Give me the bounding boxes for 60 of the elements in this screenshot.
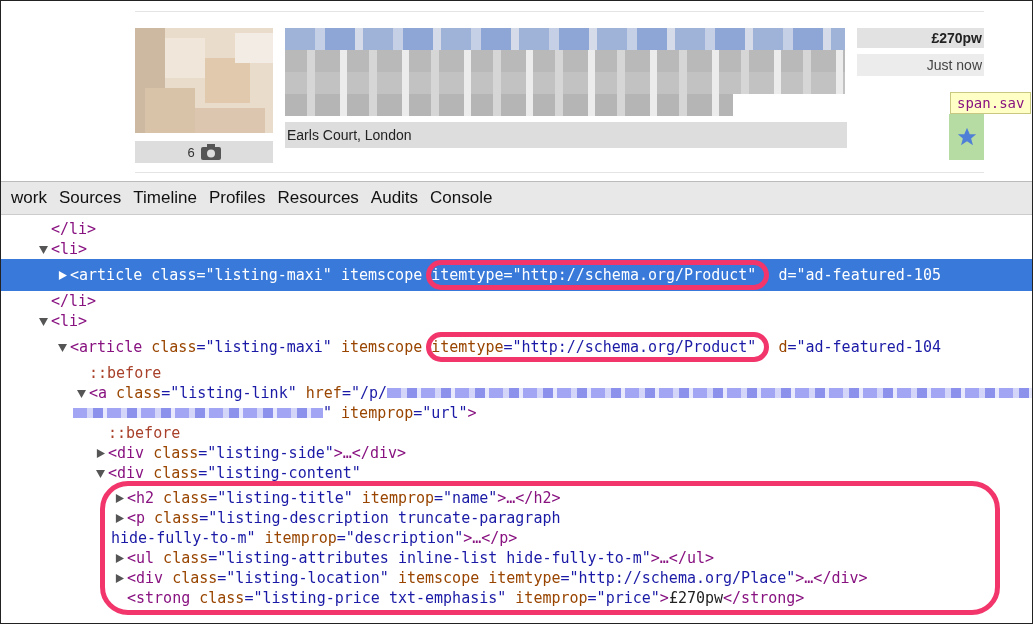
disclosure-triangle-icon[interactable] [58,270,67,280]
dom-node-row[interactable]: <li> [1,239,1032,259]
photo-count: 6 [135,141,273,163]
dom-node-row[interactable]: <strong class="listing-price txt-emphasis" itemprop="price">£270pw</strong> [105,588,995,608]
dom-node-row[interactable]: <ul class="listing-attributes inline-list hide-fully-to-m">…</ul> [105,548,995,568]
dom-node-text: <div class="listing-location" itemscope itemtype="http://schema.org/Place">…</div> [127,568,868,588]
dom-node-text: <div class="listing-side">…</div> [108,443,407,463]
dom-node-row[interactable]: " itemprop="url"> [1,403,1032,423]
dom-node-row[interactable]: </li> [1,291,1032,311]
dom-node-text: <strong class="listing-price txt-emphasis" itemprop="price">£270pw</strong> [127,588,805,608]
dom-node-row[interactable]: <article class="listing-maxi" itemscope itemtype="http://schema.org/Product" d="ad-featured-104 [1,331,1032,363]
dom-node-row[interactable]: <li> [1,311,1032,331]
dom-node-text: <h2 class="listing-title" itemprop="name">…</h2> [127,488,561,508]
dom-node-row[interactable]: <div class="listing-location" itemscope itemtype="http://schema.org/Place">…</div> [105,568,995,588]
disclosure-triangle-icon[interactable] [115,553,124,563]
dom-node-text: </li> [51,219,97,239]
devtools-tab[interactable]: Sources [52,182,128,214]
element-tooltip: span.sav [950,92,1032,114]
dom-node-row[interactable]: ::before [1,363,1032,383]
dom-node-text: <p class="listing-description truncate-paragraph [127,508,561,528]
disclosure-triangle-icon[interactable] [115,573,124,583]
disclosure-triangle-icon[interactable] [115,493,124,503]
disclosure-triangle-icon[interactable] [96,468,105,478]
dom-node-text: <div class="listing-content" [108,463,361,483]
listing-location: Earls Court, London [285,122,847,148]
devtools-tab[interactable]: Timeline [127,182,203,214]
dom-node-row[interactable]: ::before [1,423,1032,443]
dom-node-row[interactable]: <p class="listing-description truncate-paragraph [105,508,995,528]
posted-time: Just now [857,54,984,76]
devtools-tab[interactable]: Resources [271,182,365,214]
dom-node-text: <li> [51,239,88,259]
dom-node-row[interactable]: </li> [1,219,1032,239]
devtools-tab[interactable]: Audits [364,182,425,214]
dom-node-row[interactable]: <div class="listing-side">…</div> [1,443,1032,463]
dom-node-text: </li> [51,291,97,311]
disclosure-triangle-icon[interactable] [39,244,48,254]
dom-node-text: <article class="listing-maxi" itemscope itemtype="http://schema.org/Product" d="ad-featured-104 [70,332,941,362]
dom-node-text: <li> [51,311,88,331]
devtools-tab[interactable]: Console [424,182,499,214]
disclosure-triangle-icon[interactable] [115,513,124,523]
dom-node-text: " itemprop="url"> [73,403,477,423]
camera-icon [200,144,221,160]
save-button[interactable] [949,114,984,160]
dom-node-text: <article class="listing-maxi" itemscope itemtype="http://schema.org/Product" d="ad-featured-105 [70,260,941,290]
disclosure-triangle-icon[interactable] [96,448,105,458]
disclosure-triangle-icon[interactable] [58,342,67,352]
dom-node-text: ::before [89,363,162,383]
dom-node-row[interactable]: <h2 class="listing-title" itemprop="name">…</h2> [105,488,995,508]
disclosure-triangle-icon[interactable] [39,316,48,326]
disclosure-triangle-icon[interactable] [77,388,86,398]
dom-node-text: <ul class="listing-attributes inline-list hide-fully-to-m">…</ul> [127,548,714,568]
dom-node-row[interactable]: hide-fully-to-m" itemprop="description">…</p> [105,528,995,548]
dom-node-text: hide-fully-to-m" itemprop="description">…</p> [111,528,518,548]
dom-node-row[interactable]: <article class="listing-maxi" itemscope itemtype="http://schema.org/Product" d="ad-featured-105 [1,259,1032,291]
devtools-tab[interactable]: Profiles [202,182,272,214]
dom-node-text: ::before [108,423,181,443]
devtools-tab[interactable]: work [5,182,53,214]
star-icon [955,126,978,148]
listing-price: £270pw [857,28,984,48]
dom-node-row[interactable]: <div class="listing-content" [1,463,1032,483]
